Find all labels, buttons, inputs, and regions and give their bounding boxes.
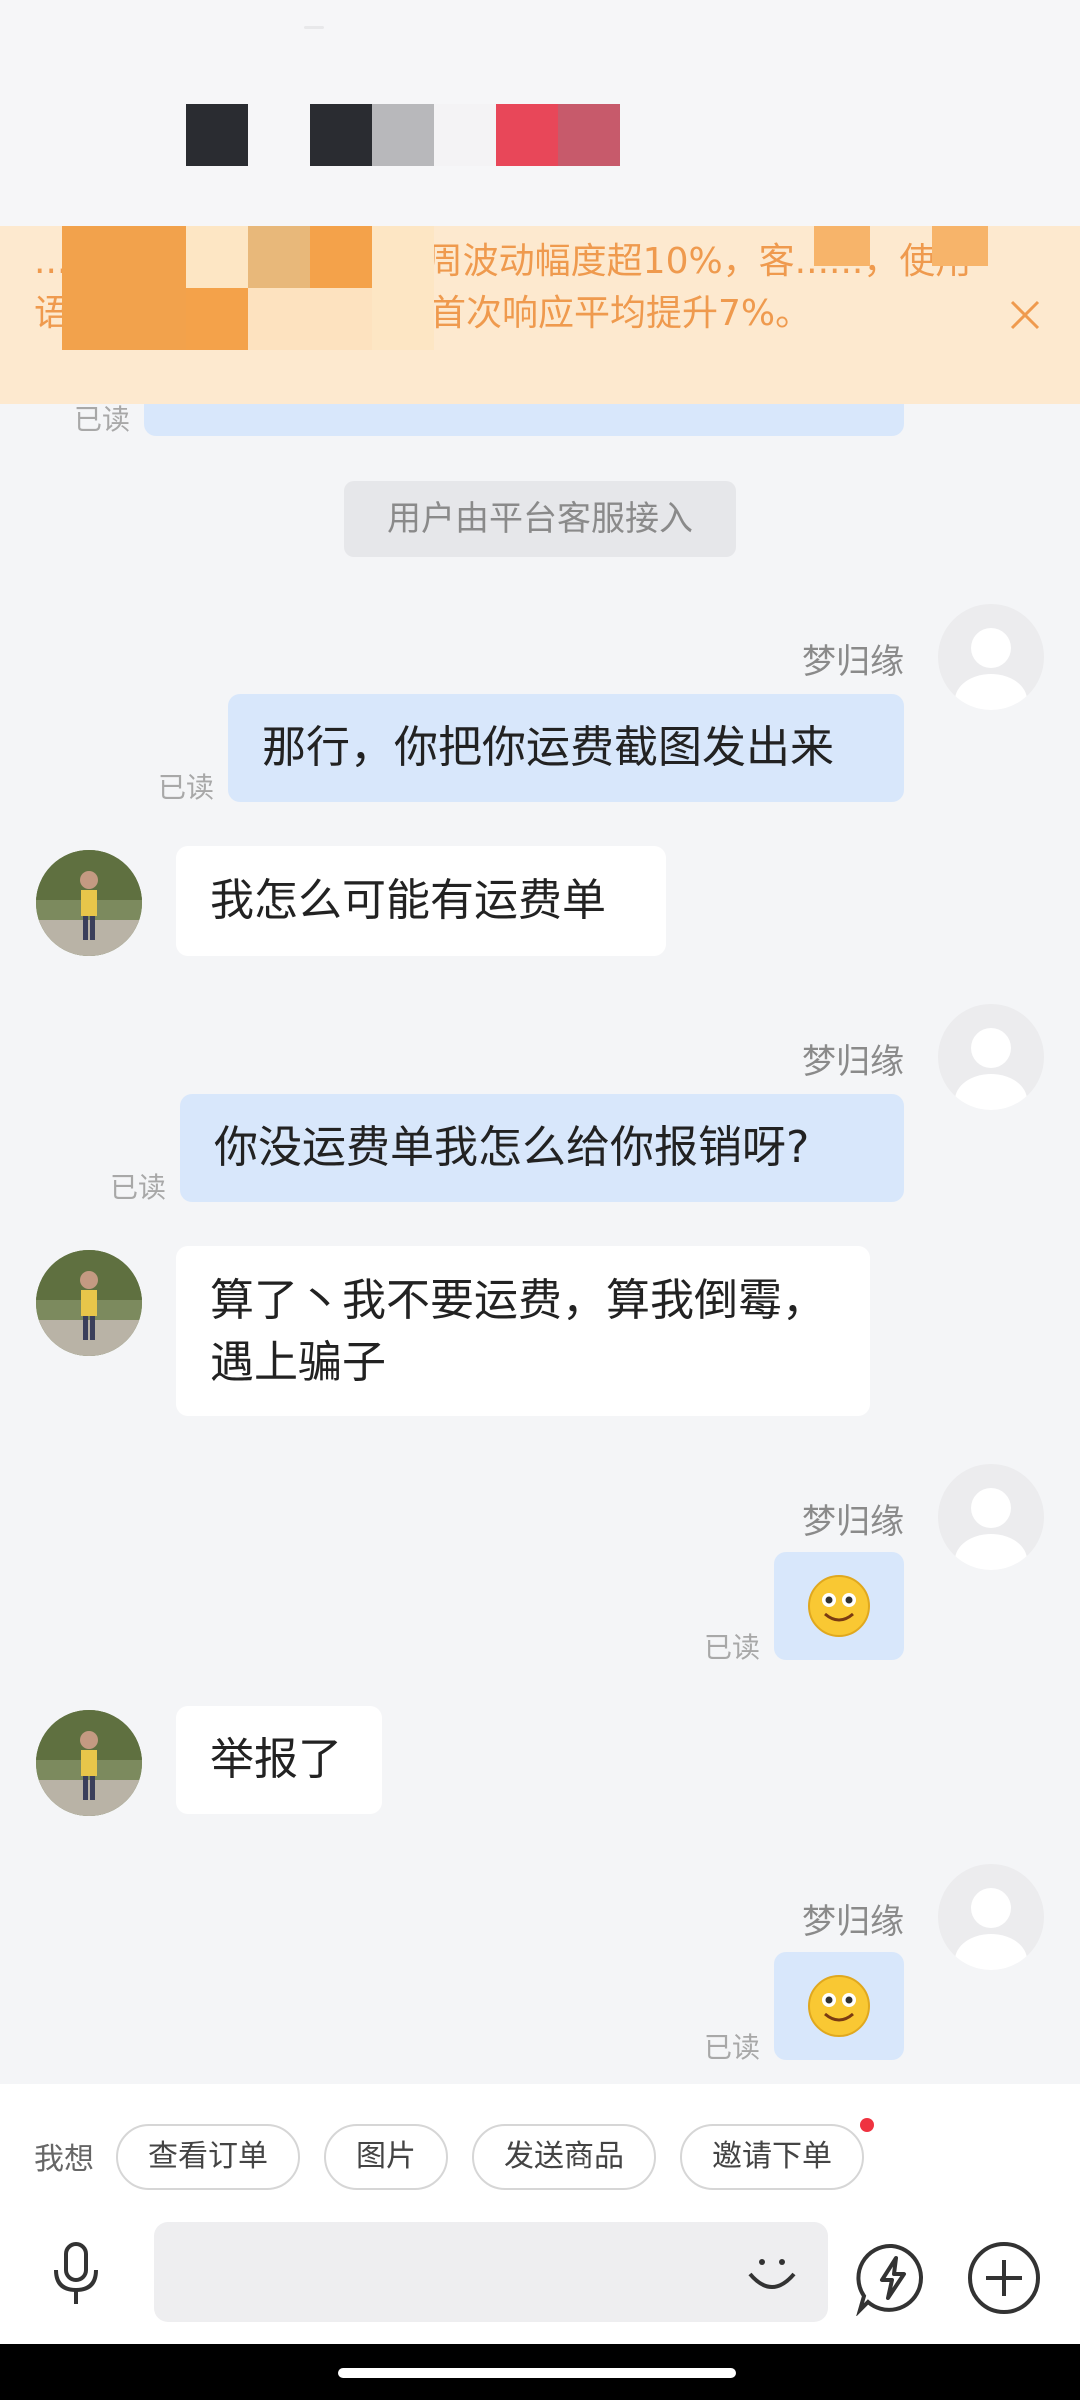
redacted-notice-block: [310, 226, 372, 288]
avatar[interactable]: [36, 1250, 142, 1356]
smile-icon[interactable]: [744, 2244, 800, 2300]
chip-invite-order[interactable]: 邀请下单: [680, 2124, 864, 2190]
avatar[interactable]: [938, 1864, 1044, 1970]
message-bubble[interactable]: 那行，你把你运费截图发出来: [228, 694, 904, 802]
redacted-title-block: [186, 104, 248, 166]
quick-action-label: 我想: [34, 2142, 94, 2177]
home-indicator[interactable]: [338, 2368, 736, 2378]
notification-dot: [860, 2118, 874, 2132]
smiley-emoji: [808, 1975, 870, 2037]
read-receipt: 已读: [704, 1631, 761, 1664]
message-bubble[interactable]: 你没运费单我怎么给你报销呀?: [180, 1094, 904, 1202]
redacted-title-block: [310, 104, 372, 166]
message-bubble[interactable]: 算了丶我不要运费，算我倒霉，遇上骗子: [176, 1246, 870, 1416]
redacted-notice-block: [372, 288, 434, 350]
microphone-icon[interactable]: [44, 2240, 108, 2310]
redacted-notice-block: [186, 226, 248, 288]
message-input[interactable]: [154, 2222, 828, 2322]
chip-send-product[interactable]: 发送商品: [472, 2124, 656, 2190]
redacted-notice-block: [310, 288, 372, 350]
redacted-notice-block: [248, 226, 310, 288]
avatar[interactable]: [938, 604, 1044, 710]
avatar[interactable]: [36, 1710, 142, 1816]
redacted-notice-block: [932, 226, 988, 266]
redacted-title-block: [558, 104, 620, 166]
redacted-notice-block: [248, 288, 310, 350]
sender-name: 梦归缘: [802, 1902, 904, 1942]
plus-icon[interactable]: [966, 2240, 1042, 2316]
close-icon[interactable]: [1000, 290, 1050, 340]
message-bubble[interactable]: 举报了: [176, 1706, 382, 1814]
redacted-title-block: [434, 104, 496, 166]
system-message: 用户由平台客服接入: [344, 481, 736, 557]
redacted-title-block: [372, 104, 434, 166]
redacted-notice-block: [372, 226, 434, 288]
chip-image[interactable]: 图片: [324, 2124, 448, 2190]
message-bubble-partial: [144, 404, 904, 436]
read-receipt: 已读: [158, 771, 215, 804]
sender-name: 梦归缘: [802, 642, 904, 682]
chip-view-order[interactable]: 查看订单: [116, 2124, 300, 2190]
avatar[interactable]: [36, 850, 142, 956]
sender-name: 梦归缘: [802, 1502, 904, 1542]
message-bubble[interactable]: 我怎么可能有运费单: [176, 846, 666, 956]
redacted-notice-block: [186, 288, 248, 350]
avatar[interactable]: [938, 1464, 1044, 1570]
redacted-title-block: [496, 104, 558, 166]
read-receipt: 已读: [110, 1171, 167, 1204]
message-bubble[interactable]: [774, 1552, 904, 1660]
read-receipt: 已读: [74, 403, 131, 436]
status-indicator: [304, 26, 324, 29]
redacted-notice-block: [814, 226, 870, 266]
sender-name: 梦归缘: [802, 1042, 904, 1082]
message-bubble[interactable]: [774, 1952, 904, 2060]
avatar[interactable]: [938, 1004, 1044, 1110]
notice-banner: ......的三分钟回复率较上周波动幅度超10%，客......，使用语音转文字…: [0, 226, 1080, 404]
lightning-chat-icon[interactable]: [854, 2240, 930, 2317]
redacted-notice-block: [62, 226, 186, 350]
read-receipt: 已读: [704, 2031, 761, 2064]
smiley-emoji: [808, 1575, 870, 1637]
